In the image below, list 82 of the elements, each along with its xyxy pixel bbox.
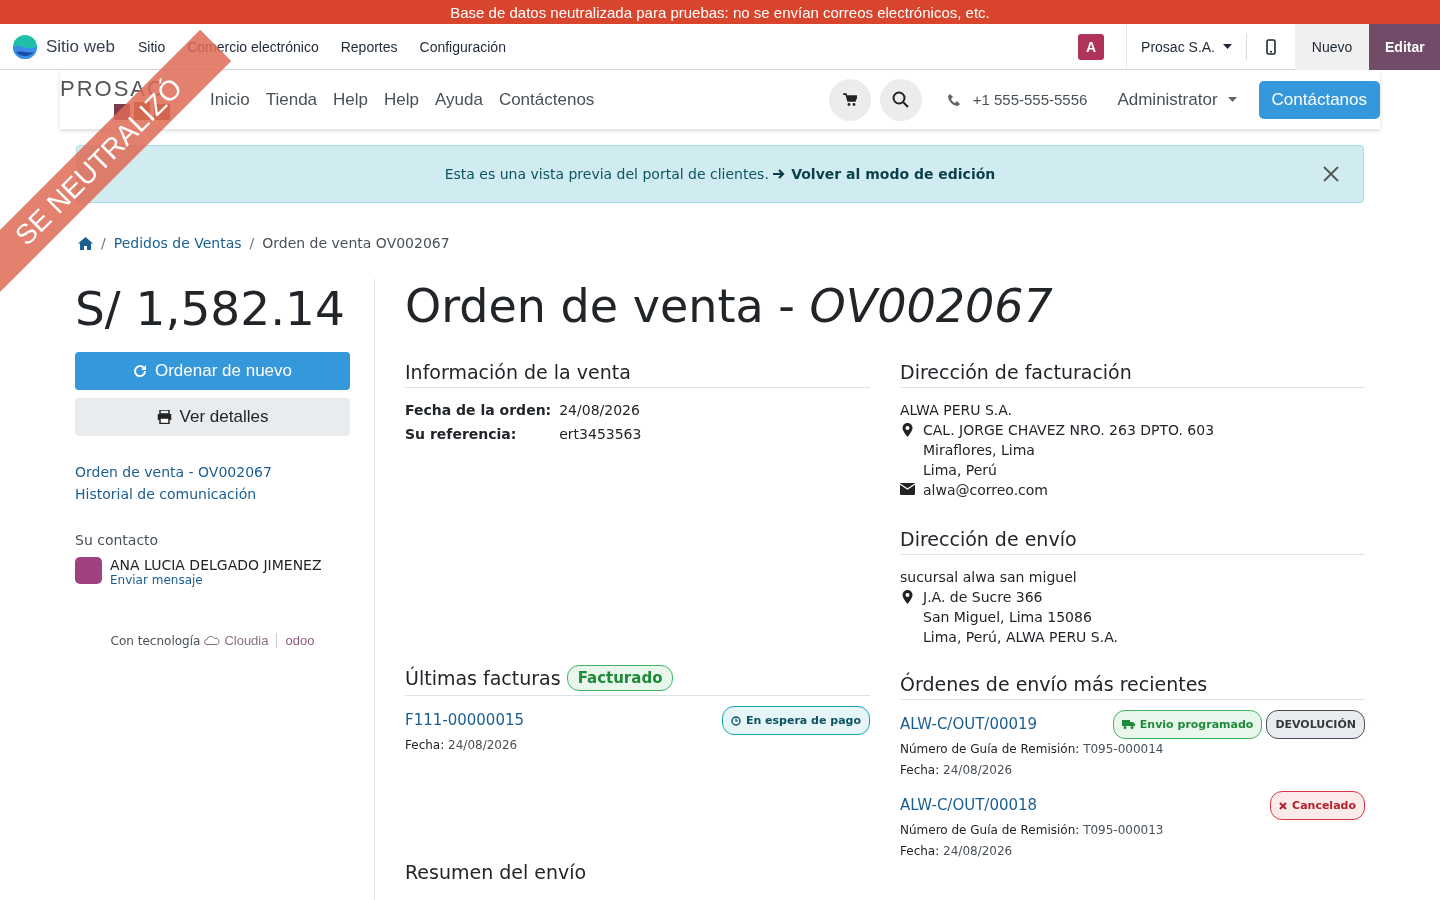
field-label: Fecha de la orden: (405, 402, 552, 418)
delivery-date: Fecha: 24/08/2026 (900, 843, 1014, 860)
breadcrumb-separator: / (249, 235, 255, 251)
contact-name: ANA LUCIA DELGADO JIMENEZ (110, 557, 322, 573)
app-name[interactable]: Sitio web (46, 36, 115, 57)
printer-icon (156, 410, 172, 424)
delivery-link[interactable]: ALW-C/OUT/00018 (900, 795, 1038, 816)
truck-icon (1121, 720, 1135, 729)
guide-number: Número de Guía de Remisión: T095-000013 (900, 822, 1165, 839)
menu-item[interactable]: Reportes (329, 38, 409, 55)
site-menu-item[interactable]: Tienda (257, 89, 326, 110)
details-button[interactable]: Ver detalles (75, 398, 350, 436)
address-line: Miraflores, Lima (923, 441, 1036, 460)
delivery-link[interactable]: ALW-C/OUT/00019 (900, 714, 1038, 735)
phone-number[interactable]: +1 555-555-5556 (972, 91, 1088, 108)
status-badge: Cancelado (1270, 791, 1365, 820)
caret-icon (1223, 44, 1232, 49)
section-heading: Resumen del envío (405, 861, 588, 883)
section-heading: Dirección de envío (900, 528, 1077, 550)
contact-avatar (75, 557, 102, 584)
page-title: Orden de venta - OV002067 (405, 279, 1054, 333)
envelope-icon (900, 483, 915, 495)
map-pin-icon (900, 590, 915, 604)
email-address: alwa@correo.com (923, 481, 1048, 500)
user-menu[interactable]: Administrator (1111, 88, 1243, 111)
phone-icon (946, 92, 961, 107)
map-pin-icon (900, 423, 915, 437)
alert-text: Esta es una vista previa del portal de clientes. Volver al modo de edición (444, 166, 996, 182)
cross-icon (1279, 801, 1288, 810)
invoice-link[interactable]: F111-00000015 (405, 710, 525, 731)
site-menu-item[interactable]: Help (325, 89, 376, 110)
toolbar-button[interactable]: Editar (1369, 23, 1440, 70)
notice-bar: Base de datos neutralizada para pruebas: no se envían correos electrónicos, etc. (0, 0, 1440, 24)
field-label: Su referencia: (405, 426, 518, 442)
cloud-icon (204, 636, 221, 645)
guide-number: Número de Guía de Remisión: T095-000014 (900, 741, 1165, 758)
menu-item[interactable]: Configuración (408, 38, 517, 55)
edit-mode-link[interactable]: Volver al modo de edición (773, 166, 996, 182)
sidebar-link[interactable]: Orden de venta - OV002067 (75, 464, 350, 480)
customer-name: ALWA PERU S.A. (900, 401, 1014, 420)
status-badge: DEVOLUCIÓN (1266, 710, 1365, 739)
shipping-name: sucursal alwa san miguel (900, 568, 1078, 587)
toolbar-button[interactable]: Nuevo (1295, 23, 1369, 70)
delivery-date: Fecha: 24/08/2026 (900, 762, 1014, 779)
site-menu-item[interactable]: Contáctenos (490, 89, 603, 110)
address-line: CAL. JORGE CHAVEZ NRO. 263 DPTO. 603 (923, 421, 1215, 440)
search-icon (892, 91, 910, 108)
breadcrumb-item: Orden de venta OV002067 (262, 235, 450, 251)
address-line: Lima, Perú, ALWA PERU S.A. (923, 628, 1118, 647)
field-value: 24/08/2026 (559, 402, 641, 418)
arrow-icon (773, 169, 787, 179)
sidebar-link[interactable]: Historial de comunicación (75, 486, 350, 502)
close-button[interactable] (1321, 164, 1341, 184)
address-line: J.A. de Sucre 366 (923, 588, 1044, 607)
refresh-icon (132, 364, 147, 378)
powered-by-text: Con tecnología (110, 633, 201, 648)
phone-icon (1266, 38, 1276, 55)
menu-item[interactable]: Sitio (127, 38, 177, 55)
address-line: San Miguel, Lima 15086 (923, 608, 1093, 627)
invoice-date: Fecha: 24/08/2026 (405, 737, 519, 754)
contact-label: Su contacto (75, 532, 160, 548)
clock-icon (730, 715, 741, 726)
brand-name[interactable]: odoo (276, 633, 315, 648)
site-menu-item[interactable]: Ayuda (427, 89, 491, 110)
home-icon[interactable] (78, 236, 93, 250)
status-badge: Facturado (566, 665, 674, 691)
site-menu-item[interactable]: Help (376, 89, 427, 110)
field-value: ert3453563 (559, 426, 643, 442)
section-heading: Dirección de facturación (900, 361, 1132, 383)
address-line: Lima, Perú (923, 461, 998, 480)
section-heading: Últimas facturas (405, 667, 561, 689)
status-badge: En espera de pago (721, 706, 870, 735)
section-heading: Información de la venta (405, 361, 631, 383)
user-avatar[interactable]: A (1078, 33, 1105, 60)
send-message-link[interactable]: Enviar mensaje (110, 573, 322, 587)
cart-icon (842, 93, 857, 106)
section-heading: Órdenes de envío más recientes (900, 673, 1208, 695)
caret-icon (1227, 97, 1237, 102)
status-badge: Envio programado (1112, 710, 1263, 739)
app-logo-icon (12, 33, 38, 60)
breadcrumb-separator: / (101, 235, 106, 251)
brand-name[interactable]: Cloudia (224, 633, 269, 648)
